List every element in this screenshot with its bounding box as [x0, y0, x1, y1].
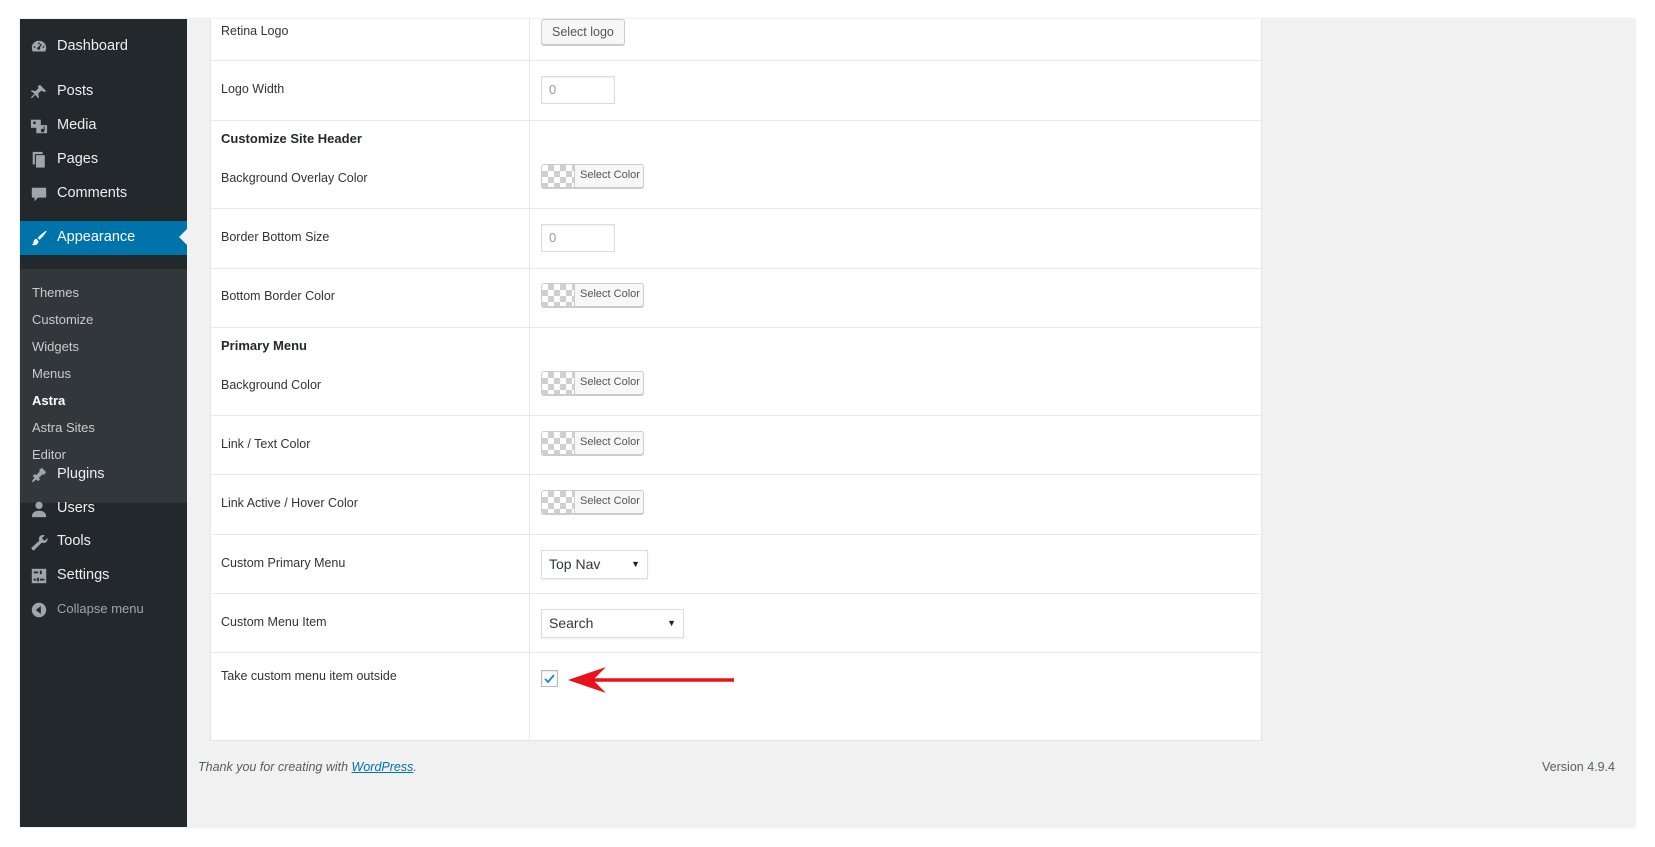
- select-color-label: Select Color: [580, 376, 640, 388]
- border-bottom-size-input[interactable]: 0: [541, 224, 615, 252]
- current-menu-pointer: [179, 229, 187, 245]
- menu-bg-color-label: Background Color: [221, 378, 322, 392]
- brush-icon: [30, 229, 48, 247]
- sidebar-item-label: Posts: [57, 83, 94, 99]
- bottom-border-color-label: Bottom Border Color: [221, 289, 335, 303]
- submenu-item-widgets[interactable]: Widgets: [32, 339, 79, 354]
- admin-sidebar: Dashboard Posts Media Pages Comments App…: [20, 19, 187, 827]
- link-text-color-picker[interactable]: Select Color: [541, 431, 644, 455]
- sidebar-item-tools[interactable]: Tools: [20, 525, 187, 559]
- sidebar-item-label: Media: [57, 117, 97, 133]
- sidebar-item-users[interactable]: Users: [20, 492, 187, 526]
- link-active-color-picker[interactable]: Select Color: [541, 490, 644, 514]
- sidebar-item-pages[interactable]: Pages: [20, 143, 187, 177]
- row-divider: [211, 268, 1261, 269]
- sidebar-item-label: Settings: [57, 567, 110, 583]
- transparent-swatch: [542, 284, 575, 306]
- annotation-arrow-icon: [568, 667, 734, 693]
- sidebar-item-plugins[interactable]: Plugins: [20, 458, 187, 492]
- sidebar-item-label: Tools: [57, 533, 91, 549]
- bg-overlay-color-label: Background Overlay Color: [221, 171, 368, 185]
- row-divider: [211, 60, 1261, 61]
- retina-logo-label: Retina Logo: [221, 24, 289, 38]
- row-divider: [211, 208, 1261, 209]
- submenu-item-menus[interactable]: Menus: [32, 366, 71, 381]
- row-divider: [211, 415, 1261, 416]
- user-icon: [30, 500, 48, 518]
- footer-credit: Thank you for creating with WordPress.: [198, 760, 417, 774]
- plugin-icon: [30, 466, 48, 484]
- version-text: Version 4.9.4: [1542, 760, 1615, 774]
- select-color-label: Select Color: [580, 495, 640, 507]
- submenu-item-astra[interactable]: Astra: [32, 393, 65, 408]
- sidebar-item-media[interactable]: Media: [20, 109, 187, 143]
- collapse-menu-button[interactable]: Collapse menu: [20, 593, 187, 627]
- link-text-color-label: Link / Text Color: [221, 437, 311, 451]
- select-color-label: Select Color: [580, 169, 640, 181]
- collapse-menu-label: Collapse menu: [57, 601, 144, 616]
- wrench-icon: [30, 533, 48, 551]
- submenu-item-themes[interactable]: Themes: [32, 285, 79, 300]
- row-divider: [211, 120, 1261, 121]
- site-header-section-title: Customize Site Header: [221, 131, 362, 146]
- footer-period: .: [413, 760, 417, 774]
- select-color-label: Select Color: [580, 436, 640, 448]
- custom-menu-item-select[interactable]: Search ▼: [541, 609, 684, 638]
- dashboard-icon: [30, 38, 48, 56]
- custom-primary-menu-select[interactable]: Top Nav ▼: [541, 550, 648, 579]
- settings-icon: [30, 567, 48, 585]
- custom-menu-item-label: Custom Menu Item: [221, 615, 327, 629]
- transparent-swatch: [542, 491, 575, 513]
- link-active-color-label: Link Active / Hover Color: [221, 496, 358, 510]
- dropdown-caret-icon: ▼: [631, 559, 640, 569]
- sidebar-item-label: Comments: [57, 185, 128, 201]
- admin-window: Dashboard Posts Media Pages Comments App…: [20, 19, 1635, 827]
- sidebar-item-posts[interactable]: Posts: [20, 75, 187, 109]
- take-outside-checkbox[interactable]: [541, 670, 558, 687]
- take-outside-label: Take custom menu item outside: [221, 669, 397, 683]
- row-divider: [211, 534, 1261, 535]
- select-color-label: Select Color: [580, 288, 640, 300]
- border-bottom-size-label: Border Bottom Size: [221, 230, 330, 244]
- row-divider: [211, 593, 1261, 594]
- media-icon: [30, 117, 48, 135]
- checkmark-icon: [544, 674, 555, 684]
- sidebar-item-settings[interactable]: Settings: [20, 559, 187, 593]
- sidebar-item-dashboard[interactable]: Dashboard: [20, 30, 187, 64]
- sidebar-item-label: Plugins: [57, 466, 105, 482]
- row-divider: [211, 652, 1261, 653]
- sidebar-item-appearance[interactable]: Appearance: [20, 221, 187, 255]
- menu-bg-color-picker[interactable]: Select Color: [541, 371, 644, 395]
- transparent-swatch: [542, 372, 575, 394]
- transparent-swatch: [542, 432, 575, 454]
- column-divider: [529, 19, 530, 740]
- wordpress-link[interactable]: WordPress: [352, 760, 414, 774]
- selected-value: Top Nav: [549, 556, 601, 572]
- bottom-border-color-picker[interactable]: Select Color: [541, 283, 644, 307]
- logo-width-label: Logo Width: [221, 82, 285, 96]
- theme-options-table: Retina Logo Select logo Logo Width 0 Cus…: [210, 19, 1262, 741]
- row-divider: [211, 474, 1261, 475]
- sidebar-item-label: Pages: [57, 151, 99, 167]
- primary-menu-section-title: Primary Menu: [221, 338, 307, 353]
- submenu-item-customize[interactable]: Customize: [32, 312, 93, 327]
- select-logo-button[interactable]: Select logo: [541, 19, 625, 45]
- pages-icon: [30, 151, 48, 169]
- dropdown-caret-icon: ▼: [667, 618, 676, 628]
- bg-overlay-color-picker[interactable]: Select Color: [541, 164, 644, 188]
- submenu-item-astra-sites[interactable]: Astra Sites: [32, 420, 95, 435]
- sidebar-item-label: Dashboard: [57, 38, 128, 54]
- row-divider: [211, 327, 1261, 328]
- comment-icon: [30, 185, 48, 203]
- pin-icon: [30, 83, 48, 101]
- transparent-swatch: [542, 165, 575, 187]
- footer-thanks-text: Thank you for creating with: [198, 760, 352, 774]
- sidebar-item-label: Appearance: [57, 229, 136, 245]
- custom-primary-menu-label: Custom Primary Menu: [221, 556, 346, 570]
- sidebar-item-label: Users: [57, 500, 95, 516]
- collapse-arrow-icon: [30, 601, 48, 619]
- sidebar-item-comments[interactable]: Comments: [20, 177, 187, 211]
- logo-width-input[interactable]: 0: [541, 76, 615, 104]
- selected-value: Search: [549, 615, 594, 631]
